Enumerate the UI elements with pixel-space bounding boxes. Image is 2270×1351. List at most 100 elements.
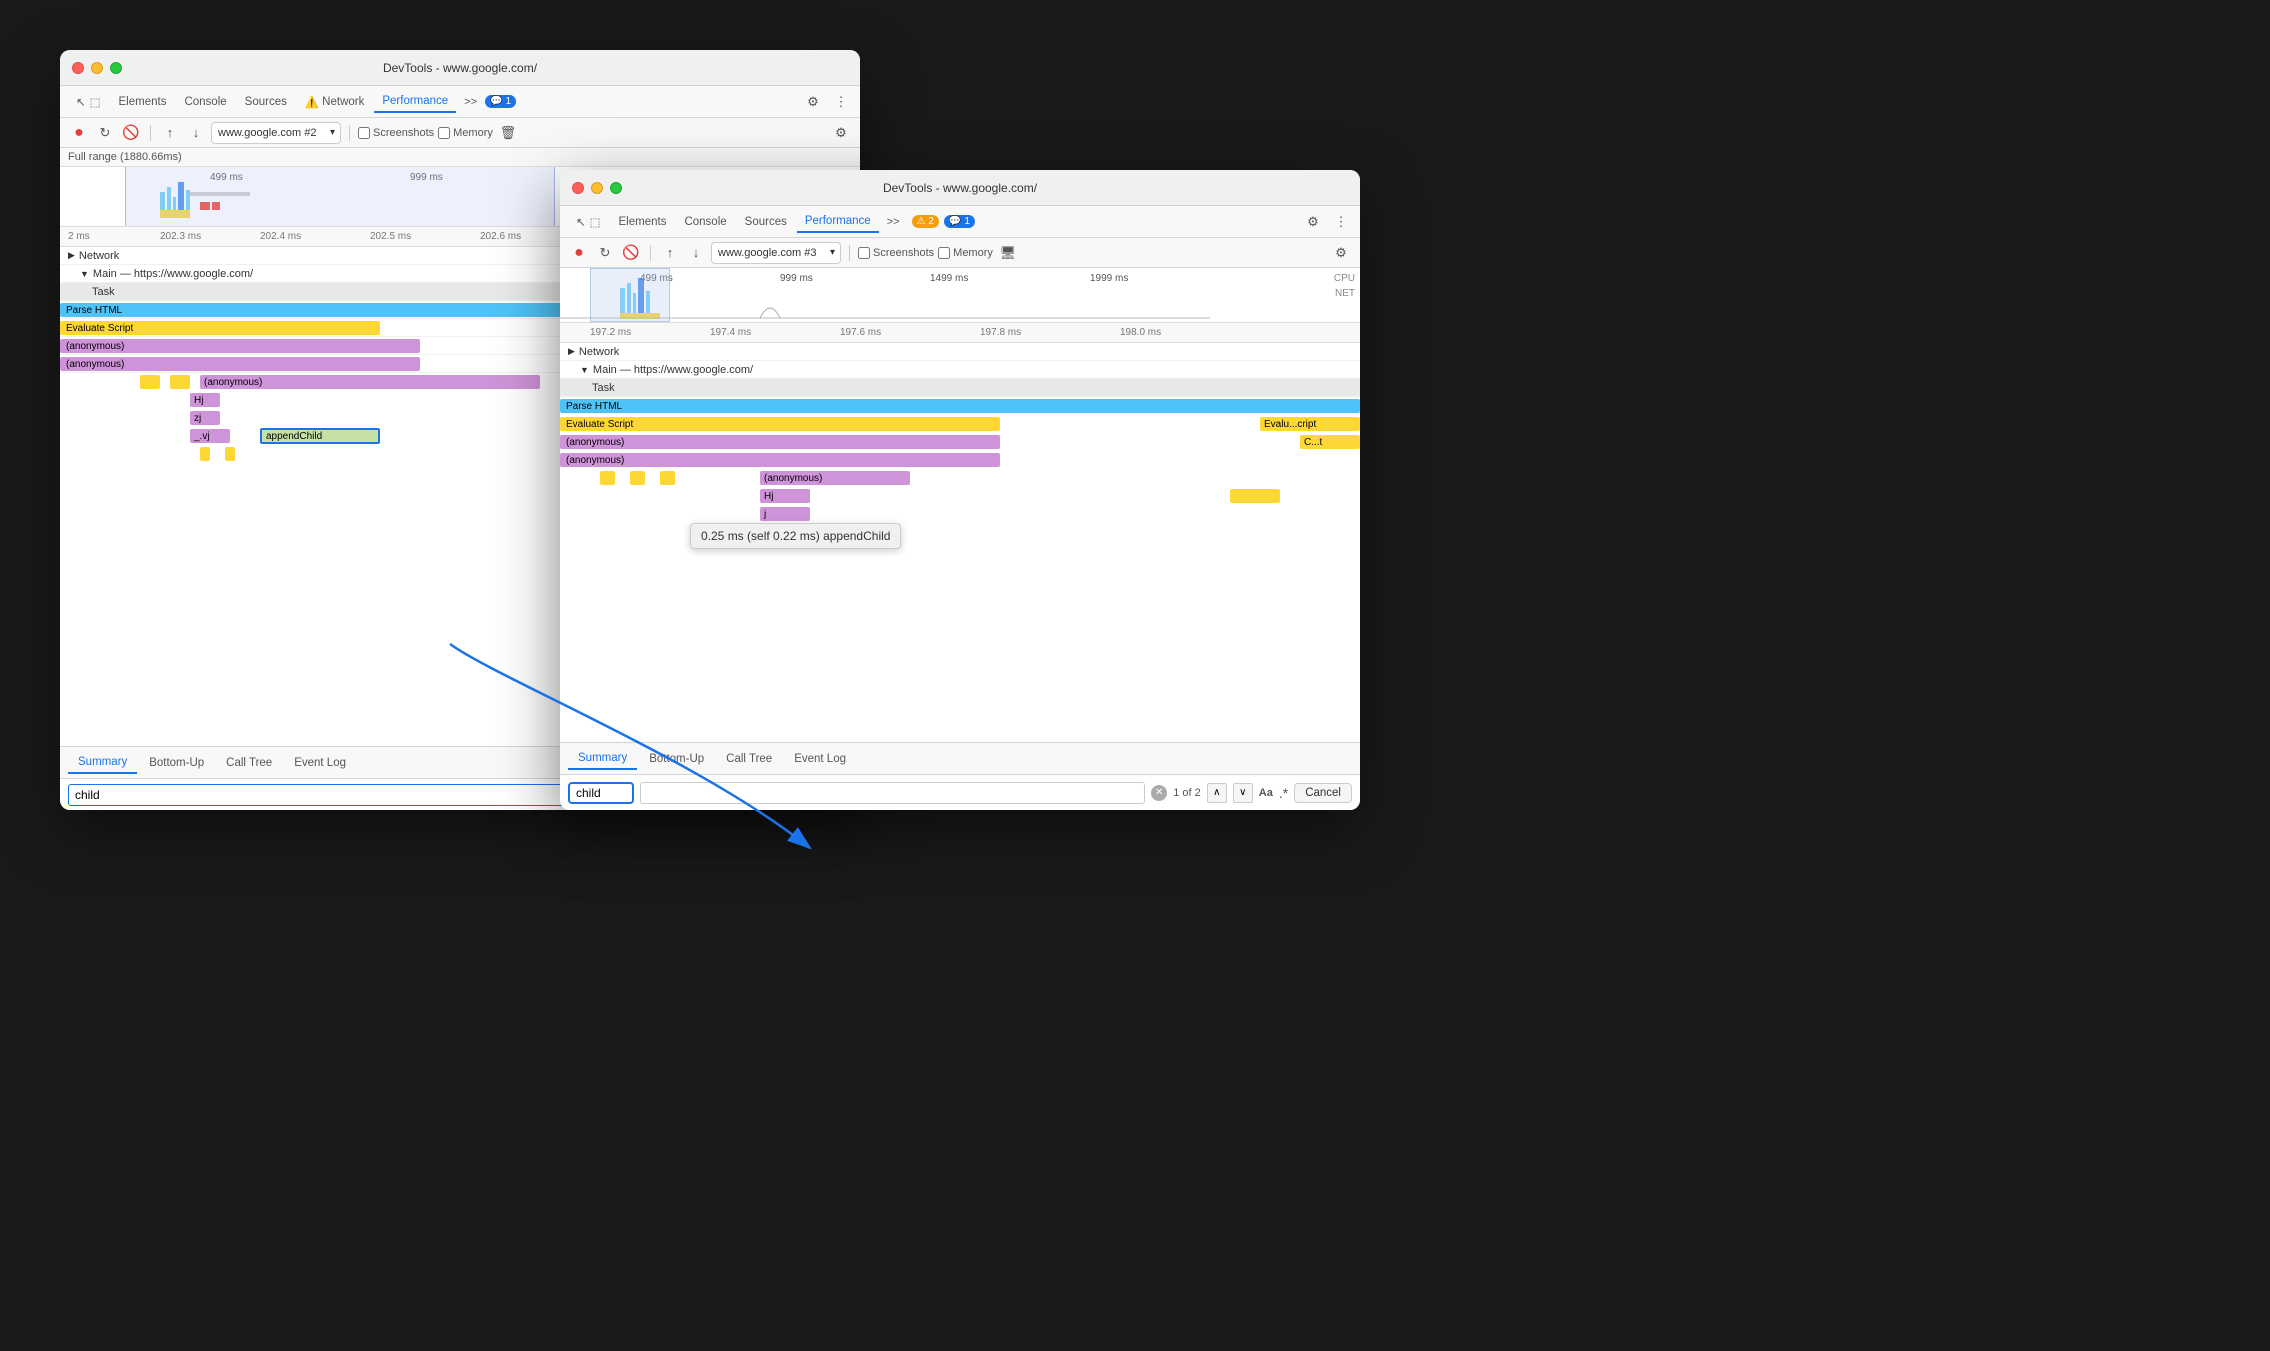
ms-marker-2-back: 202.3 ms xyxy=(160,231,201,242)
search-bar-front: ✕ 1 of 2 ∧ ∨ Aa .* Cancel xyxy=(560,774,1360,810)
clear-button-back[interactable]: 🚫 xyxy=(120,122,142,144)
record-button-front[interactable]: ● xyxy=(568,242,590,264)
search-clear-front[interactable]: ✕ xyxy=(1151,785,1167,801)
aa-button-front[interactable]: Aa xyxy=(1259,787,1273,799)
hj-bar-front: Hj xyxy=(760,489,810,503)
j-row-front: j a 0.25 ms (self 0.22 ms) appendChild xyxy=(560,505,1360,545)
tab-console-front[interactable]: Console xyxy=(676,212,734,232)
network-arrow-back: ▶ xyxy=(68,250,75,261)
anon2-bar-front: (anonymous) xyxy=(560,453,1000,467)
network-track-front: ▶ Network xyxy=(560,343,1360,361)
settings-button-front[interactable]: ⚙ xyxy=(1302,211,1324,233)
tab-eventlog-front[interactable]: Event Log xyxy=(784,749,856,769)
yellow-bar-1-back xyxy=(140,375,160,389)
minimize-button-front[interactable] xyxy=(591,182,603,194)
cursor-icon: ↖ xyxy=(76,95,86,109)
tab-summary-back[interactable]: Summary xyxy=(68,752,137,774)
vj-bar-back: _.vj xyxy=(190,429,230,443)
search-next-front[interactable]: ∨ xyxy=(1233,783,1253,803)
tab-sources-back[interactable]: Sources xyxy=(237,92,295,112)
tooltip-time-front: 0.25 ms (self 0.22 ms) xyxy=(701,529,820,543)
tracks-area-front: ▶ Network ▼ Main — https://www.google.co… xyxy=(560,343,1360,742)
screenshots-check-back[interactable] xyxy=(358,127,370,139)
tooltip-label-front: appendChild xyxy=(823,529,890,543)
download-button-front[interactable]: ↓ xyxy=(685,242,707,264)
trash-button-back[interactable]: 🗑 xyxy=(497,122,519,144)
settings2-button-back[interactable]: ⚙ xyxy=(830,122,852,144)
search-input-bg-front[interactable] xyxy=(640,782,1145,804)
more-button-back[interactable]: ⋮ xyxy=(830,91,852,113)
close-button-front[interactable] xyxy=(572,182,584,194)
eval-script-bar-back: Evaluate Script xyxy=(60,321,380,335)
maximize-button-front[interactable] xyxy=(610,182,622,194)
memory-check-back[interactable] xyxy=(438,127,450,139)
reload-button-back[interactable]: ↻ xyxy=(94,122,116,144)
search-input-front[interactable] xyxy=(576,786,626,800)
timeline-area-front: 499 ms 999 ms 1499 ms 1999 ms CPU NET xyxy=(560,268,1360,323)
yellow-s1-front xyxy=(600,471,615,485)
main-arrow-front: ▼ xyxy=(580,365,589,375)
more-tabs-front[interactable]: >> xyxy=(881,214,906,230)
clear-button-front[interactable]: 🚫 xyxy=(620,242,642,264)
record-button-back[interactable]: ● xyxy=(68,122,90,144)
yellow-hj-front xyxy=(1230,489,1280,503)
network-arrow-front: ▶ xyxy=(568,346,575,357)
tab-performance-back[interactable]: Performance xyxy=(374,91,456,113)
tab-cursor-front[interactable]: ↖ ⬚ xyxy=(568,211,609,233)
yellow-s2-front xyxy=(630,471,645,485)
tab-summary-front[interactable]: Summary xyxy=(568,748,637,770)
parse-html-bar-front: Parse HTML xyxy=(560,399,1360,413)
ms-marker-4-back: 202.5 ms xyxy=(370,231,411,242)
settings2-button-front[interactable]: ⚙ xyxy=(1330,242,1352,264)
screenshots-checkbox-back: Screenshots xyxy=(358,127,434,139)
tab-elements-front[interactable]: Elements xyxy=(611,212,675,232)
anon2-track-front: (anonymous) xyxy=(560,451,1360,469)
cancel-button-front[interactable]: Cancel xyxy=(1294,783,1352,803)
screenshot-icon: ⬚ xyxy=(90,95,101,109)
maximize-button-back[interactable] xyxy=(110,62,122,74)
more-button-front[interactable]: ⋮ xyxy=(1330,211,1352,233)
tab-eventlog-back[interactable]: Event Log xyxy=(284,753,356,773)
reload-button-front[interactable]: ↻ xyxy=(594,242,616,264)
tab-network-back[interactable]: ⚠️ Network xyxy=(297,91,373,113)
devtools-tabs-front: ↖ ⬚ Elements Console Sources Performance… xyxy=(560,206,1360,238)
url-dropdown-front[interactable]: www.google.com #3 xyxy=(711,242,841,264)
tab-cursor-back[interactable]: ↖ ⬚ xyxy=(68,91,109,113)
tab-calltree-front[interactable]: Call Tree xyxy=(716,749,782,769)
memory-check-front[interactable] xyxy=(938,247,950,259)
separator2-back xyxy=(349,125,350,141)
cursor-icon-front: ↖ xyxy=(576,215,586,229)
close-button-back[interactable] xyxy=(72,62,84,74)
devtools-tabs-back: ↖ ⬚ Elements Console Sources ⚠️ Network … xyxy=(60,86,860,118)
url-dropdown-back[interactable]: www.google.com #2 xyxy=(211,122,341,144)
anon1-bar-front: (anonymous) xyxy=(560,435,1000,449)
tab-elements-back[interactable]: Elements xyxy=(111,92,175,112)
tab-console-back[interactable]: Console xyxy=(176,92,234,112)
warning-badge-front: ⚠ 2 xyxy=(912,215,939,228)
settings-button-back[interactable]: ⚙ xyxy=(802,91,824,113)
yellow-s3-front xyxy=(660,471,675,485)
download-button-back[interactable]: ↓ xyxy=(185,122,207,144)
screenshots-check-front[interactable] xyxy=(858,247,870,259)
traffic-lights-back xyxy=(72,62,122,74)
regex-button-front[interactable]: .* xyxy=(1279,785,1288,801)
comment-badge-front: 💬 1 xyxy=(944,215,975,228)
tab-badge-back: 💬 1 xyxy=(485,95,516,108)
upload-button-back[interactable]: ↑ xyxy=(159,122,181,144)
comment-icon-front: 💬 xyxy=(949,216,961,227)
timeline-selection-front xyxy=(590,268,670,322)
device-button-front[interactable]: 🖥 xyxy=(997,242,1019,264)
tab-calltree-back[interactable]: Call Tree xyxy=(216,753,282,773)
toolbar-back: ● ↻ 🚫 ↑ ↓ www.google.com #2 Screenshots … xyxy=(60,118,860,148)
tab-bottomup-front[interactable]: Bottom-Up xyxy=(639,749,714,769)
net-label-front: NET xyxy=(1335,288,1355,299)
search-input-wrapper-front xyxy=(568,782,634,804)
search-prev-front[interactable]: ∧ xyxy=(1207,783,1227,803)
tab-bottomup-back[interactable]: Bottom-Up xyxy=(139,753,214,773)
tab-sources-front[interactable]: Sources xyxy=(737,212,795,232)
tab-performance-front[interactable]: Performance xyxy=(797,211,879,233)
upload-button-front[interactable]: ↑ xyxy=(659,242,681,264)
more-tabs-back[interactable]: >> xyxy=(458,94,483,110)
minimize-button-back[interactable] xyxy=(91,62,103,74)
separator2-front xyxy=(849,245,850,261)
